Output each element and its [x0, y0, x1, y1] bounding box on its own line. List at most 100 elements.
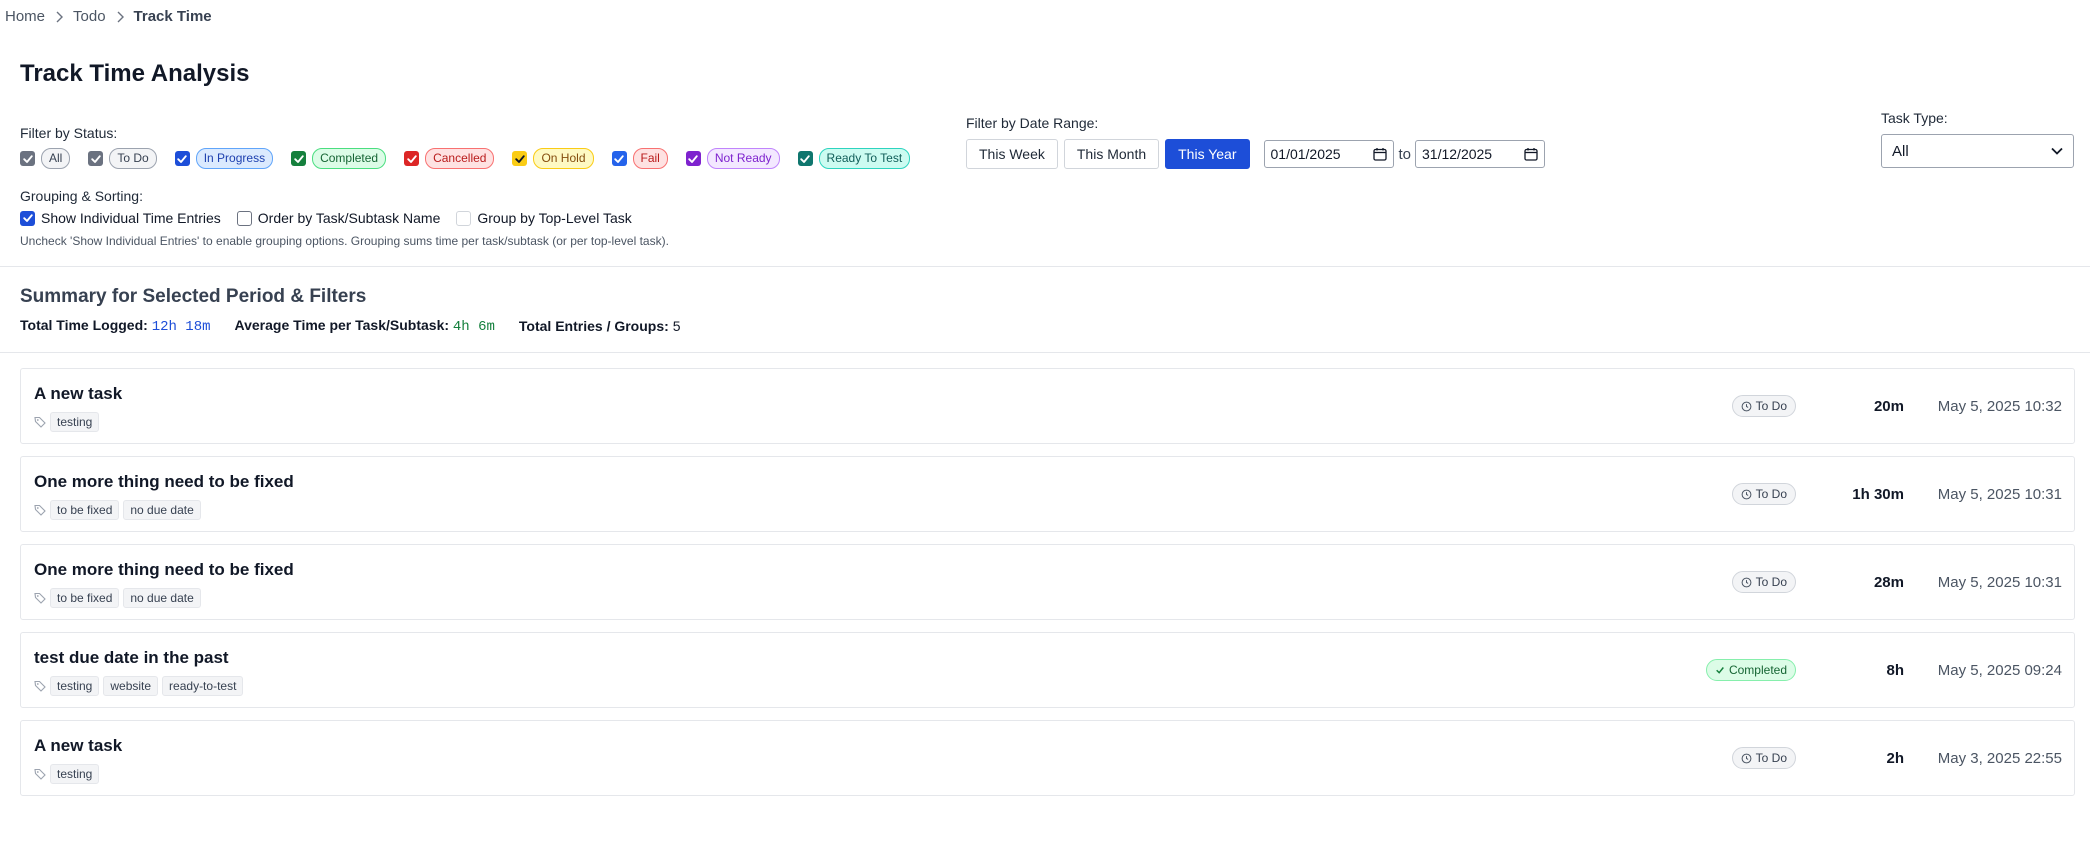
- entry-count-value: 5: [672, 318, 681, 334]
- tag-chip: testing: [50, 412, 100, 432]
- entry-duration: 20m: [1873, 397, 1904, 415]
- tag-chip: to be fixed: [50, 588, 120, 608]
- status-filter-label: Filter by Status:: [20, 125, 118, 141]
- status-filter-completed[interactable]: Completed: [291, 148, 387, 169]
- total-time-stat: Total Time Logged: 12h 18m: [20, 317, 211, 335]
- grouping-option-label: Show Individual Time Entries: [41, 210, 221, 226]
- task-type-value: All: [1892, 142, 1909, 160]
- entry-title: test due date in the past: [34, 648, 229, 667]
- date-range-label: Filter by Date Range:: [966, 115, 1099, 131]
- entry-duration: 2h: [1886, 749, 1904, 767]
- date-range-controls: This Week This Month This Year 01/01/2025 …: [966, 139, 1546, 169]
- status-pill-in-progress: In Progress: [195, 148, 274, 169]
- status-badge-label: To Do: [1755, 575, 1787, 589]
- grouping-option-label: Order by Task/Subtask Name: [257, 210, 441, 226]
- track-time-page: Home Todo Track Time Track Time Analysis…: [0, 0, 2094, 848]
- grouping-checkbox-group-by-top-level-task: [456, 210, 472, 226]
- status-pill-all: All: [41, 148, 71, 169]
- grouping-hint: Uncheck 'Show Individual Entries' to ena…: [20, 234, 669, 248]
- range-button-group: This Week This Month This Year: [966, 139, 1256, 169]
- date-from-value: 01/01/2025: [1270, 146, 1341, 162]
- clock-icon: [1741, 753, 1752, 764]
- status-filter-not-ready[interactable]: Not Ready: [685, 148, 780, 169]
- status-checkbox-cancelled[interactable]: [404, 151, 420, 166]
- time-entry-list: A new task testing To Do 20m May 5, 2025 10:…: [20, 368, 2075, 808]
- chevron-down-icon: [2051, 147, 2063, 155]
- status-filter-fail[interactable]: Fail: [611, 148, 668, 169]
- grouping-option-order-by-task-subtask-name[interactable]: Order by Task/Subtask Name: [236, 210, 441, 226]
- entry-timestamp: May 5, 2025 09:24: [1937, 661, 2062, 679]
- tag-chip: no due date: [123, 588, 201, 608]
- status-badge-label: Completed: [1728, 663, 1787, 677]
- status-checkbox-ready-to-test[interactable]: [797, 151, 813, 166]
- status-filter-ready-to-test[interactable]: Ready To Test: [797, 148, 911, 169]
- tag-icon: [34, 416, 46, 428]
- page-title: Track Time Analysis: [20, 60, 250, 87]
- entry-title: One more thing need to be fixed: [34, 560, 294, 579]
- entry-tags: to be fixed no due date: [34, 500, 205, 520]
- status-badge: Completed: [1705, 659, 1796, 681]
- status-filter-in-progress[interactable]: In Progress: [174, 148, 274, 169]
- range-this-month-button[interactable]: This Month: [1063, 139, 1160, 169]
- status-pill-to-do: To Do: [109, 148, 157, 169]
- time-entry-row[interactable]: A new task testing To Do 20m May 5, 2025 10:…: [20, 368, 2075, 444]
- status-filter-on-hold[interactable]: On Hold: [512, 148, 594, 169]
- time-entry-row[interactable]: test due date in the past testing website r…: [20, 632, 2075, 708]
- average-time-value: 4h 6m: [452, 319, 495, 335]
- chevron-right-icon: [54, 11, 64, 23]
- entry-timestamp: May 5, 2025 10:31: [1937, 573, 2062, 591]
- date-range-separator: to: [1398, 145, 1412, 163]
- tag-chip: testing: [50, 764, 100, 784]
- grouping-option-label: Group by Top-Level Task: [477, 210, 632, 226]
- tag-icon: [34, 504, 46, 516]
- time-entry-row[interactable]: One more thing need to be fixed to be fix…: [20, 456, 2075, 532]
- status-checkbox-completed[interactable]: [291, 151, 307, 166]
- entry-tags: testing: [34, 412, 103, 432]
- status-checkbox-all[interactable]: [20, 151, 35, 166]
- status-pill-not-ready: Not Ready: [706, 148, 780, 169]
- status-filter-all[interactable]: All: [20, 148, 71, 169]
- summary-title: Summary for Selected Period & Filters: [20, 286, 367, 307]
- breadcrumb: Home Todo Track Time: [5, 8, 212, 25]
- entry-duration: 1h 30m: [1852, 485, 1904, 503]
- breadcrumb-home-link[interactable]: Home: [5, 8, 45, 25]
- status-checkbox-on-hold[interactable]: [512, 151, 528, 166]
- entry-meta: To Do 2h May 3, 2025 22:55: [1731, 721, 2062, 795]
- date-to-input[interactable]: 31/12/2025: [1415, 140, 1546, 168]
- entry-tags: to be fixed no due date: [34, 588, 205, 608]
- status-pill-completed: Completed: [312, 148, 387, 169]
- average-time-stat: Average Time per Task/Subtask: 4h 6m: [235, 317, 495, 335]
- entry-duration: 8h: [1886, 661, 1904, 679]
- grouping-options: Show Individual Time Entries Order by Tas…: [20, 210, 648, 226]
- status-checkbox-fail[interactable]: [611, 151, 627, 166]
- status-checkbox-not-ready[interactable]: [685, 151, 701, 166]
- entry-title: A new task: [34, 384, 123, 403]
- grouping-checkbox-order-by-task-subtask-name[interactable]: [236, 210, 252, 226]
- grouping-option-show-individual-time-entries[interactable]: Show Individual Time Entries: [20, 210, 221, 226]
- calendar-icon: [1524, 147, 1538, 161]
- status-badge: To Do: [1731, 747, 1796, 769]
- time-entry-row[interactable]: A new task testing To Do 2h May 3, 2025 22:5…: [20, 720, 2075, 796]
- status-badge-label: To Do: [1755, 751, 1787, 765]
- divider: [0, 266, 2090, 267]
- status-filter-cancelled[interactable]: Cancelled: [404, 148, 495, 169]
- grouping-checkbox-show-individual-time-entries[interactable]: [20, 210, 35, 226]
- divider: [0, 352, 2090, 353]
- status-checkbox-in-progress[interactable]: [174, 151, 190, 166]
- tag-chip: ready-to-test: [162, 676, 244, 696]
- range-this-week-button[interactable]: This Week: [966, 139, 1058, 169]
- breadcrumb-todo-link[interactable]: Todo: [73, 8, 106, 25]
- calendar-icon: [1372, 147, 1387, 161]
- date-from-input[interactable]: 01/01/2025: [1263, 140, 1394, 168]
- breadcrumb-current: Track Time: [133, 8, 212, 25]
- entry-tags: testing website ready-to-test: [34, 676, 247, 696]
- tag-chip: testing: [50, 676, 100, 696]
- task-type-select[interactable]: All: [1881, 134, 2074, 168]
- status-filter-to-do[interactable]: To Do: [88, 148, 157, 169]
- tag-chip: no due date: [123, 500, 201, 520]
- range-this-year-button[interactable]: This Year: [1165, 139, 1250, 169]
- status-checkbox-to-do[interactable]: [88, 151, 104, 166]
- time-entry-row[interactable]: One more thing need to be fixed to be fix…: [20, 544, 2075, 620]
- entry-meta: To Do 1h 30m May 5, 2025 10:31: [1731, 457, 2062, 531]
- tag-chip: website: [103, 676, 159, 696]
